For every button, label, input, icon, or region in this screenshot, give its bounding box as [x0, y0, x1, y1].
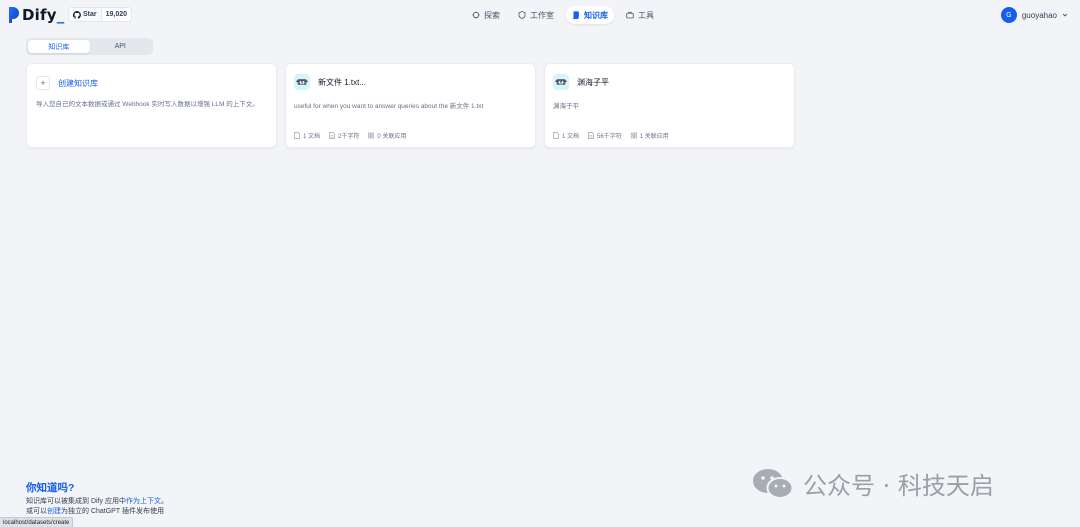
tab-api[interactable]: API [90, 40, 152, 53]
knowledge-tabs: 知识库 API [26, 38, 153, 55]
file-text-icon [329, 132, 335, 139]
github-star-button[interactable]: Star 19,020 [68, 7, 133, 22]
dataset-doc-count: 1 文档 [303, 134, 321, 140]
file-text-icon [588, 132, 594, 139]
tip-context-link[interactable]: 作为上下文 [126, 498, 161, 505]
robot-icon [294, 74, 310, 90]
main-nav: 探索 工作室 知识库 工具 [466, 6, 660, 24]
dataset-app-count: 1 关联应用 [639, 134, 669, 140]
dataset-title: 渊海子平 [577, 77, 609, 87]
dataset-title: 新文件 1.txt... [318, 77, 367, 87]
dataset-char-count: 56千字符 [597, 134, 622, 140]
nav-explore[interactable]: 探索 [466, 6, 506, 24]
dataset-doc-count: 1 文档 [562, 134, 580, 140]
create-knowledge-title: 创建知识库 [58, 78, 98, 88]
create-knowledge-description: 导入您自己的文本数据或通过 Webhook 实时写入数据以增强 LLM 的上下文… [36, 101, 259, 108]
wechat-watermark: 公众号 · 科技天启 [752, 466, 994, 501]
document-icon [294, 132, 300, 139]
document-icon [553, 132, 559, 139]
tip-line-1: 知识库可以被集成到 Dify 应用中作为上下文。 [26, 498, 168, 505]
nav-knowledge[interactable]: 知识库 [566, 6, 614, 24]
nav-studio[interactable]: 工作室 [512, 6, 560, 24]
app-grid-icon [368, 132, 375, 139]
user-name: guoyahao [1021, 10, 1057, 20]
avatar: G [1000, 7, 1017, 23]
shield-icon [518, 11, 526, 19]
github-star-count: 19,020 [105, 11, 128, 18]
dataset-meta: 1 文档 56千字符 1 关联应用 [553, 131, 669, 140]
compass-icon [472, 11, 480, 19]
dify-logo-icon [9, 7, 19, 23]
tip-line-2: 或可以创建为独立的 ChatGPT 插件发布使用 [26, 507, 164, 515]
robot-icon [553, 74, 569, 90]
watermark-text: 公众号 · 科技天启 [803, 472, 994, 500]
github-star-label: Star [83, 11, 97, 18]
app-grid-icon [630, 132, 637, 139]
dataset-description: useful for when you want to answer queri… [294, 103, 484, 110]
tip-title: 你知道吗? [26, 482, 75, 494]
plus-icon: + [36, 76, 50, 90]
nav-tools[interactable]: 工具 [620, 6, 660, 24]
dataset-char-count: 2千字符 [338, 134, 360, 140]
wechat-icon [753, 468, 794, 499]
dataset-app-count: 0 关联应用 [377, 134, 407, 140]
nav-tools-label: 工具 [638, 10, 654, 20]
nav-knowledge-label: 知识库 [584, 10, 608, 20]
logo-text: Dify_ [22, 6, 65, 24]
user-menu[interactable]: G guoyahao [1000, 6, 1068, 24]
nav-explore-label: 探索 [484, 10, 500, 20]
create-knowledge-card[interactable]: + 创建知识库 导入您自己的文本数据或通过 Webhook 实时写入数据以增强 … [26, 63, 277, 148]
dify-logo[interactable]: Dify_ [9, 6, 64, 24]
tab-knowledge[interactable]: 知识库 [28, 40, 90, 53]
dataset-card[interactable]: 渊海子平 渊海子平 1 文档 56千字符 1 关联应用 [544, 63, 795, 148]
did-you-know-tip: 你知道吗? 知识库可以被集成到 Dify 应用中作为上下文。 或可以创建为独立的… [26, 480, 168, 516]
tip-create-link[interactable]: 创建 [47, 508, 61, 515]
top-header: Dify_ Star 19,020 探索 工作室 知识库 工具 G guoyah… [0, 0, 1080, 30]
github-icon [73, 10, 81, 19]
browser-status-url: localhost/datasets/create [0, 517, 74, 527]
nav-studio-label: 工作室 [530, 10, 554, 20]
dataset-card[interactable]: 新文件 1.txt... useful for when you want to… [285, 63, 536, 148]
chevron-down-icon [1062, 13, 1068, 17]
briefcase-icon [626, 11, 634, 19]
dataset-meta: 1 文档 2千字符 0 关联应用 [294, 131, 406, 140]
book-icon [573, 11, 579, 19]
dataset-description: 渊海子平 [553, 103, 579, 110]
